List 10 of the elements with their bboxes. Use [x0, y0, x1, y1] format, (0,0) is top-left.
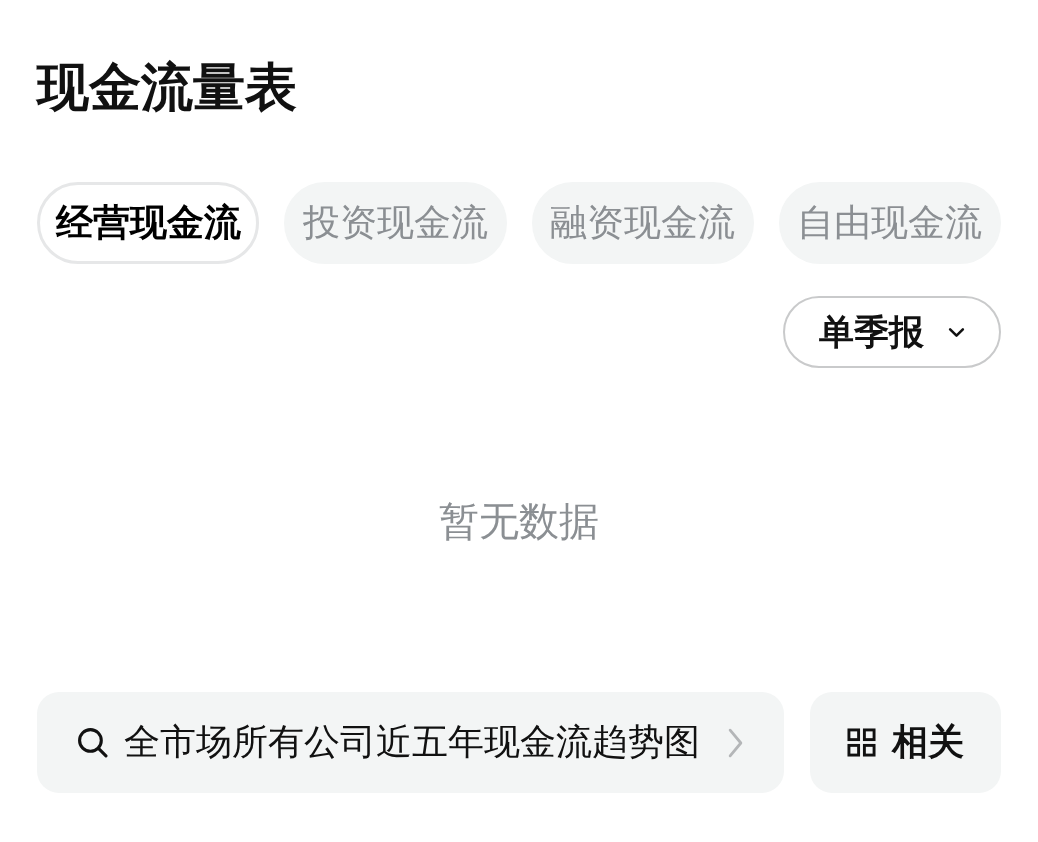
search-icon	[77, 727, 108, 758]
grid-icon	[847, 728, 876, 757]
period-dropdown[interactable]: 单季报	[783, 296, 1001, 368]
tab[interactable]: 经营现金流	[37, 182, 260, 264]
chevron-right-icon	[728, 727, 743, 758]
page-title: 现金流量表	[37, 57, 298, 117]
search-link[interactable]: 全市场所有公司近五年现金流趋势图	[37, 692, 784, 793]
empty-state-text: 暂无数据	[438, 497, 600, 546]
related-button[interactable]: 相关	[810, 692, 1001, 793]
chevron-down-icon	[948, 326, 965, 338]
